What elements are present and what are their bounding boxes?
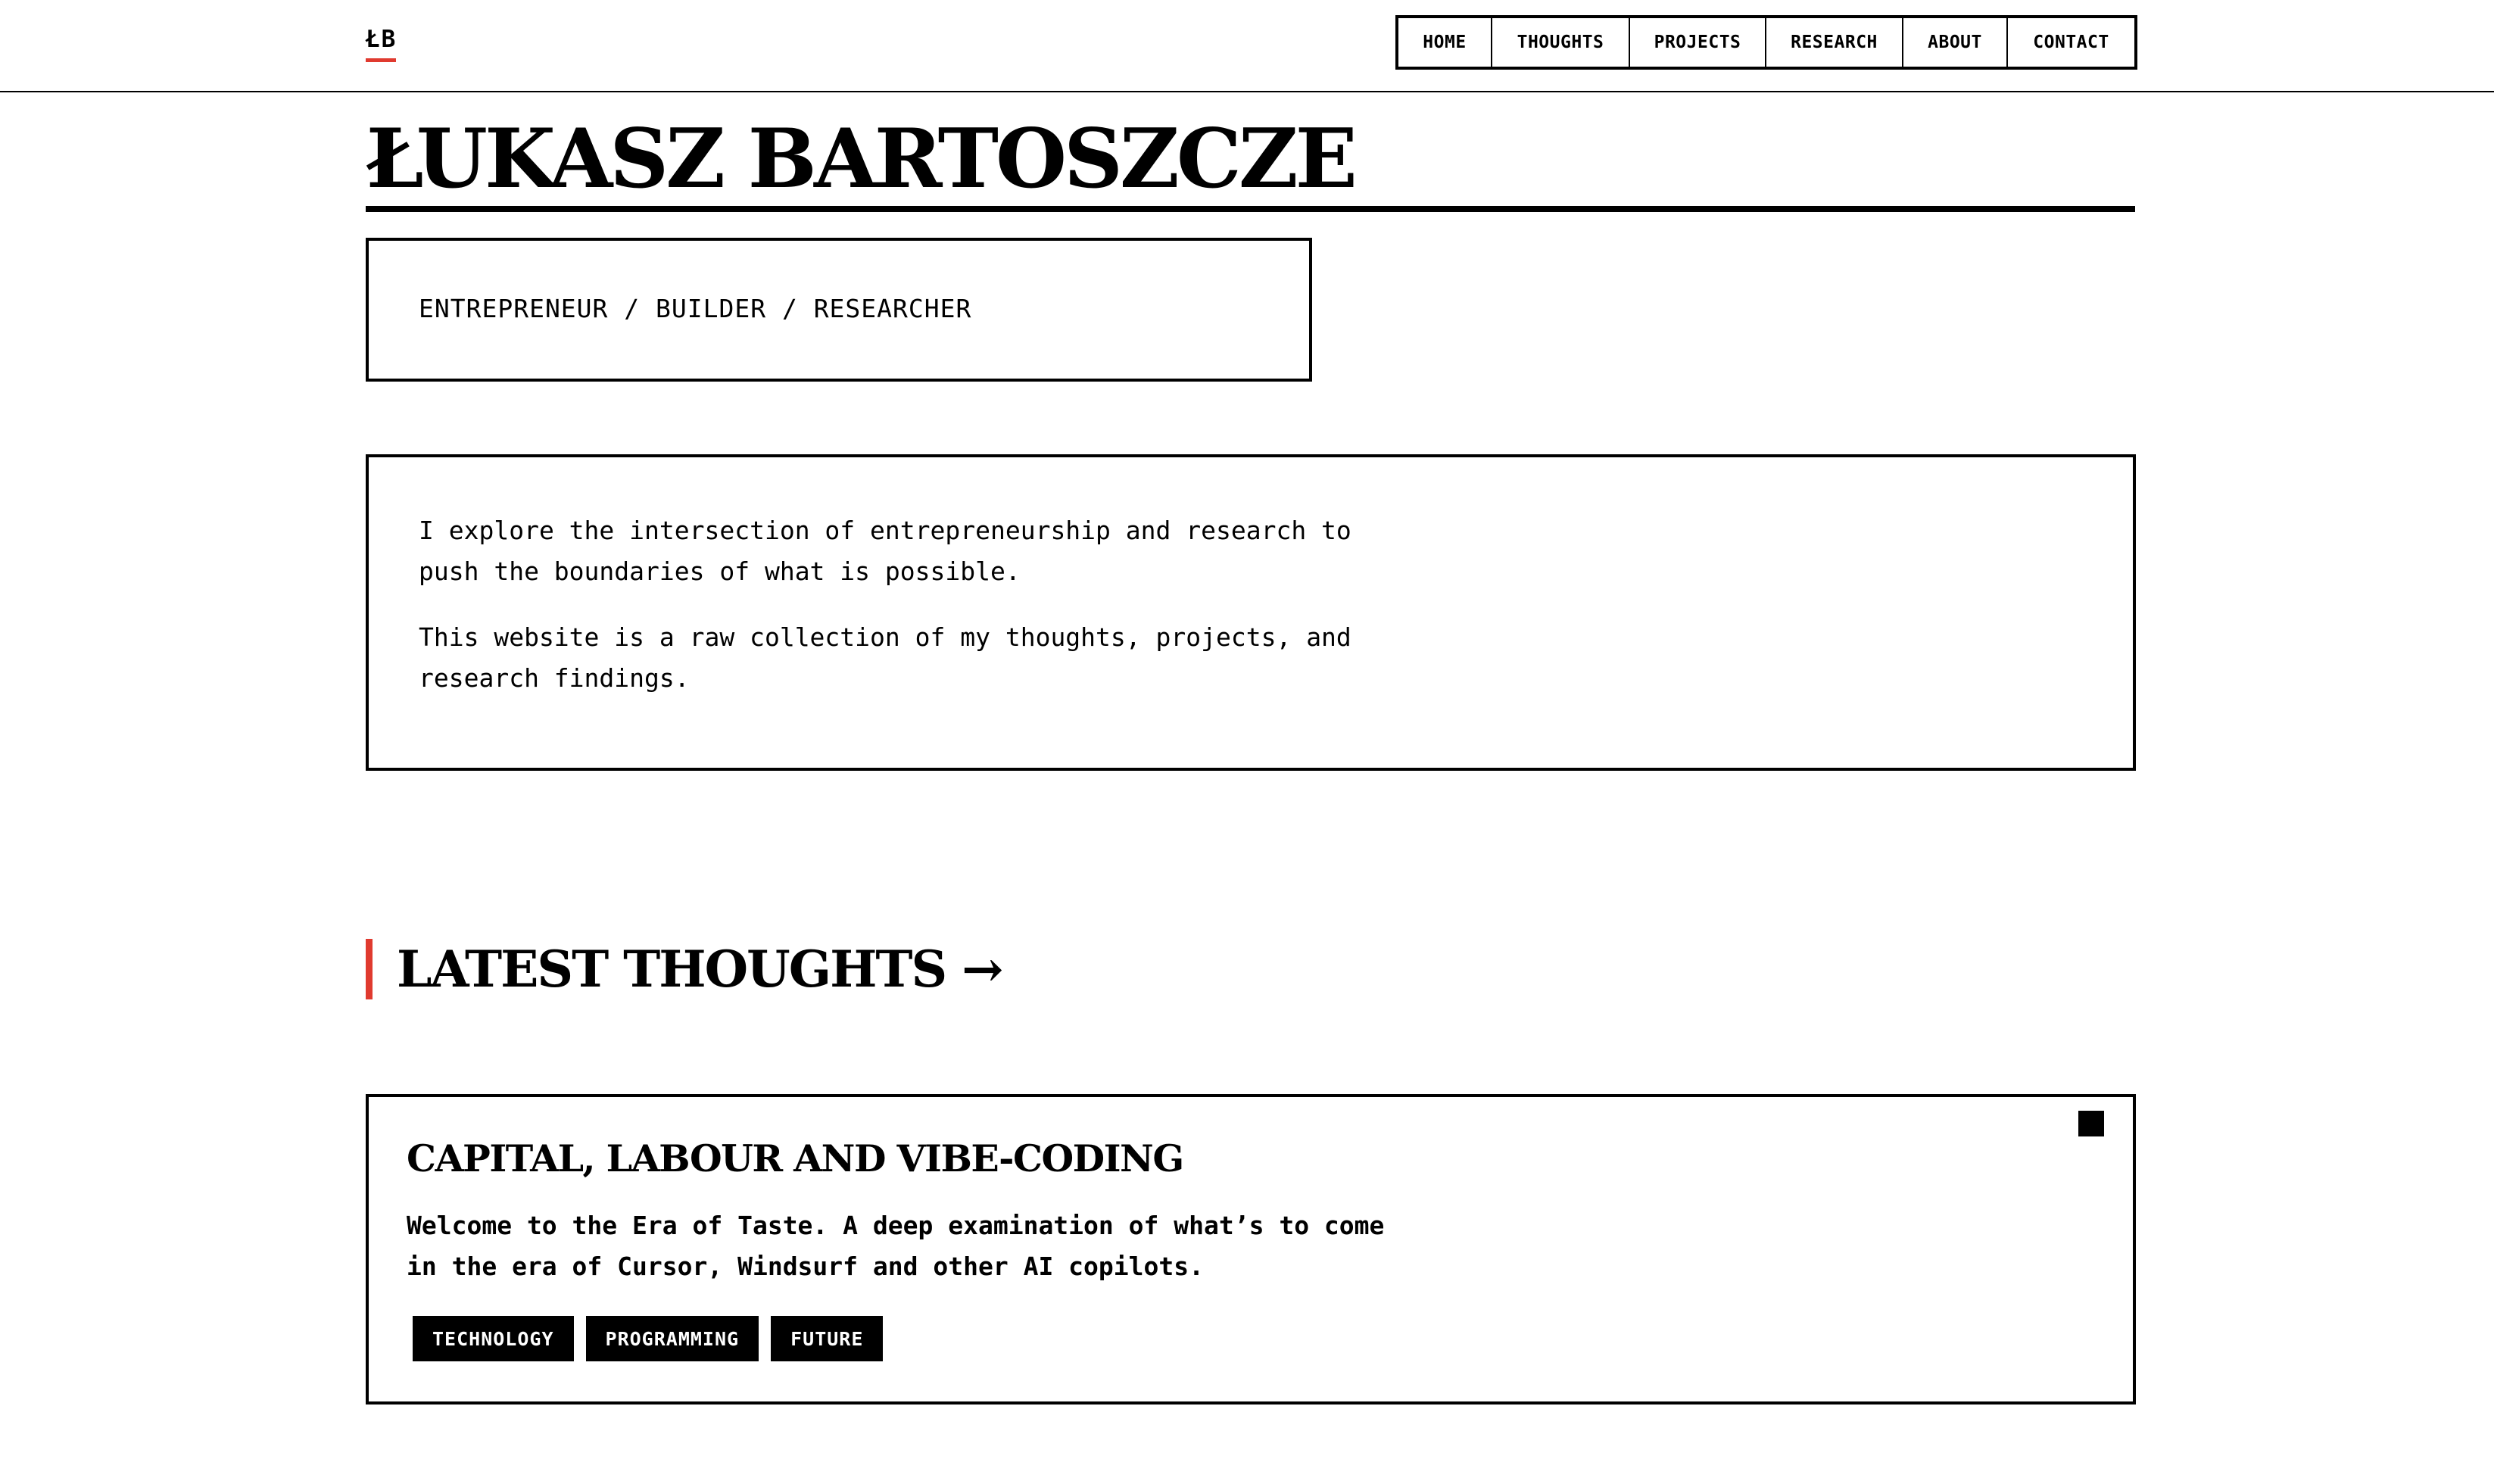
logo-underline: [366, 58, 396, 62]
nav-item-contact[interactable]: CONTACT: [2008, 18, 2134, 67]
tagline-box: ENTREPRENEUR / BUILDER / RESEARCHER: [366, 238, 1312, 382]
section-accent-bar: [366, 939, 373, 999]
latest-thoughts-heading[interactable]: LATEST THOUGHTS →: [397, 939, 1003, 999]
thought-description: Welcome to the Era of Taste. A deep exam…: [407, 1211, 1385, 1281]
nav-item-home[interactable]: HOME: [1398, 18, 1492, 67]
tag-list: TECHNOLOGY PROGRAMMING FUTURE: [413, 1316, 884, 1361]
thought-title[interactable]: CAPITAL, LABOUR AND VIBE-CODING: [407, 1136, 1184, 1180]
tag-programming[interactable]: PROGRAMMING: [585, 1316, 759, 1361]
nav-item-projects[interactable]: PROJECTS: [1630, 18, 1766, 67]
nav-item-research[interactable]: RESEARCH: [1766, 18, 1903, 67]
nav-item-about[interactable]: ABOUT: [1903, 18, 2008, 67]
site-logo[interactable]: ŁB: [366, 26, 397, 61]
nav-item-thoughts[interactable]: THOUGHTS: [1492, 18, 1630, 67]
title-divider: [366, 206, 2135, 212]
page-title: ŁUKASZ BARTOSZCZE: [366, 111, 1358, 207]
thought-card[interactable]: CAPITAL, LABOUR AND VIBE-CODING Welcome …: [366, 1094, 2136, 1404]
tag-technology[interactable]: TECHNOLOGY: [413, 1316, 574, 1361]
square-icon: [2078, 1111, 2104, 1136]
intro-box: I explore the intersection of entreprene…: [366, 454, 2136, 771]
intro-paragraph: I explore the intersection of entreprene…: [419, 516, 1351, 586]
tagline: ENTREPRENEUR / BUILDER / RESEARCHER: [419, 294, 972, 323]
intro-paragraph: This website is a raw collection of my t…: [419, 622, 1351, 693]
tag-future[interactable]: FUTURE: [771, 1316, 884, 1361]
site-header: ŁB HOME THOUGHTS PROJECTS RESEARCH ABOUT…: [0, 0, 2494, 92]
main-nav: HOME THOUGHTS PROJECTS RESEARCH ABOUT CO…: [1395, 15, 2137, 70]
